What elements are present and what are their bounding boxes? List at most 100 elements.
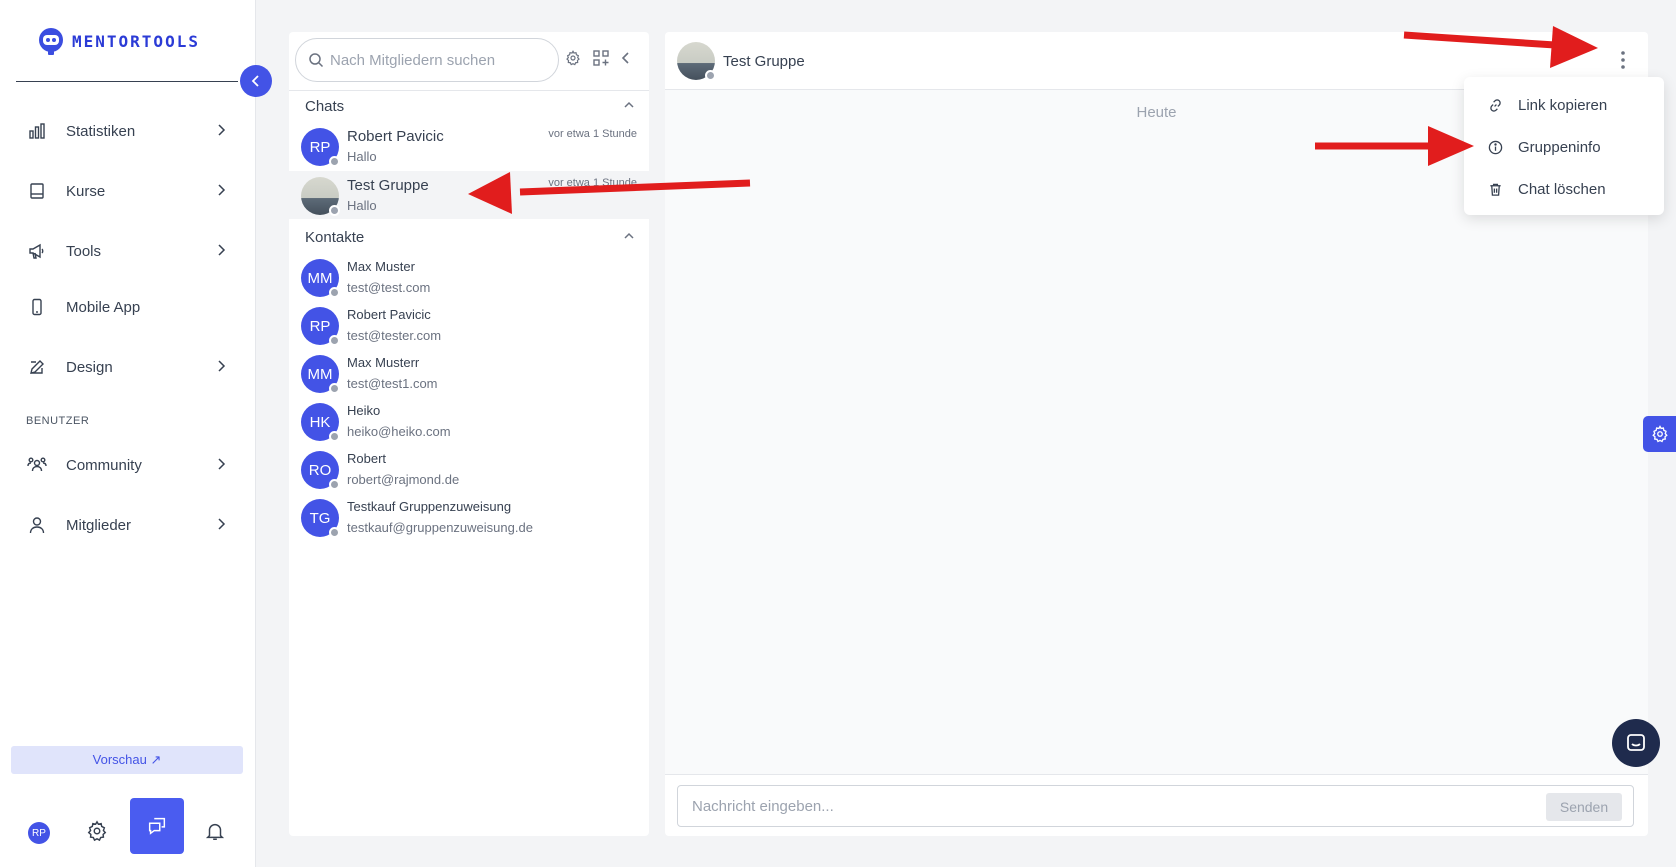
chat-options-menu: Link kopieren Gruppeninfo Chat löschen [1464, 77, 1664, 215]
chat-name: Robert Pavicic [347, 128, 444, 145]
link-icon [1488, 98, 1504, 113]
megaphone-icon [26, 240, 48, 262]
status-dot [329, 527, 340, 538]
message-icon [1627, 734, 1645, 751]
chat-row[interactable]: RP Robert Pavicic Hallo vor etwa 1 Stund… [289, 122, 649, 170]
chat-nav-button[interactable] [130, 798, 184, 854]
contact-email: heiko@heiko.com [347, 424, 451, 439]
chat-timestamp: vor etwa 1 Stunde [548, 177, 637, 189]
floating-settings-button[interactable] [1643, 416, 1676, 452]
avatar: RP [301, 307, 340, 346]
avatar-initials: MM [307, 365, 333, 383]
menu-item-gruppeninfo[interactable]: Gruppeninfo [1488, 135, 1601, 159]
user-icon [26, 514, 48, 536]
preview-button[interactable]: Vorschau ↗ [11, 746, 243, 774]
chats-header-label: Chats [305, 98, 345, 115]
message-composer: Nachricht eingeben... Senden [665, 774, 1648, 836]
sidebar-item-design[interactable]: Design [26, 347, 226, 387]
contacts-header-label: Kontakte [305, 229, 365, 246]
gear-icon[interactable] [86, 820, 108, 842]
search-placeholder: Nach Mitgliedern suchen [330, 51, 496, 69]
contact-row[interactable]: TG Testkauf Gruppenzuweisung testkauf@gr… [289, 493, 649, 541]
sidebar-item-kurse[interactable]: Kurse [26, 171, 226, 211]
avatar-initials: RP [309, 317, 331, 335]
chats-section-header[interactable]: Chats [305, 98, 635, 115]
sidebar-item-label: Statistiken [66, 122, 136, 140]
sidebar-item-tools[interactable]: Tools [26, 231, 226, 271]
sidebar-item-statistiken[interactable]: Statistiken [26, 111, 226, 151]
chevron-up-icon[interactable] [623, 231, 635, 241]
message-input[interactable]: Nachricht eingeben... [677, 785, 1634, 827]
chevron-right-icon [218, 360, 226, 372]
avatar-initials: RP [309, 138, 331, 156]
chevron-left-icon [251, 75, 259, 87]
chat-timestamp: vor etwa 1 Stunde [548, 128, 637, 140]
chevron-right-icon [218, 184, 226, 196]
status-dot [329, 383, 340, 394]
phone-icon [26, 296, 48, 318]
robot-logo-icon [39, 28, 63, 55]
message-placeholder: Nachricht eingeben... [692, 797, 834, 815]
search-icon [309, 53, 324, 68]
status-dot [329, 335, 340, 346]
status-dot [705, 70, 716, 81]
sidebar-item-label: Tools [66, 242, 102, 260]
chevron-left-icon[interactable] [621, 51, 631, 65]
chevron-right-icon [218, 458, 226, 470]
chat-preview: Hallo [347, 149, 377, 164]
sidebar-item-mobile-app[interactable]: Mobile App [26, 287, 226, 327]
contact-name: Max Muster [347, 259, 415, 274]
chevron-right-icon [218, 244, 226, 256]
group-avatar [301, 177, 340, 216]
sidebar-item-mitglieder[interactable]: Mitglieder [26, 505, 226, 545]
contact-row[interactable]: RO Robert robert@rajmond.de [289, 445, 649, 493]
avatar-initials: RO [308, 461, 332, 479]
status-dot [329, 156, 340, 167]
sidebar-item-label: Mobile App [66, 298, 141, 316]
send-button[interactable]: Senden [1546, 793, 1622, 821]
list-divider [289, 90, 649, 91]
brand-logo[interactable]: MENTORTOOLS [36, 26, 200, 56]
section-label-benutzer: BENUTZER [26, 415, 90, 427]
contact-row[interactable]: MM Max Musterr test@test1.com [289, 349, 649, 397]
more-options-icon[interactable] [1620, 50, 1626, 70]
member-search-input[interactable]: Nach Mitgliedern suchen [295, 38, 559, 82]
chat-list-panel: Nach Mitgliedern suchen Chats RP Robert … [289, 32, 649, 836]
avatar: RO [301, 451, 340, 490]
add-group-icon[interactable] [593, 50, 609, 66]
group-avatar[interactable] [677, 42, 716, 81]
users-icon [26, 454, 48, 476]
chevron-up-icon[interactable] [623, 100, 635, 110]
brand-name: MENTORTOOLS [72, 31, 200, 51]
contact-name: Robert Pavicic [347, 307, 431, 322]
avatar-initials: TG [309, 509, 331, 527]
user-avatar[interactable]: RP [28, 822, 50, 844]
sidebar-item-label: Design [66, 358, 113, 376]
status-dot [329, 287, 340, 298]
contact-row[interactable]: RP Robert Pavicic test@tester.com [289, 301, 649, 349]
chat-row-active[interactable]: Test Gruppe Hallo vor etwa 1 Stunde [289, 171, 649, 219]
contact-email: test@test.com [347, 280, 431, 295]
contact-row[interactable]: MM Max Muster test@test.com [289, 253, 649, 301]
collapse-sidebar-button[interactable] [240, 65, 272, 97]
status-dot [329, 479, 340, 490]
bell-icon[interactable] [204, 820, 226, 842]
avatar: RP [301, 128, 340, 167]
book-icon [26, 180, 48, 202]
bar-chart-icon [26, 120, 48, 142]
menu-item-label: Gruppeninfo [1518, 138, 1601, 156]
support-chat-button[interactable] [1612, 719, 1660, 767]
contact-email: robert@rajmond.de [347, 472, 460, 487]
menu-item-link-kopieren[interactable]: Link kopieren [1488, 93, 1607, 117]
contact-email: test@test1.com [347, 376, 438, 391]
avatar-initials: MM [307, 269, 333, 287]
contact-row[interactable]: HK Heiko heiko@heiko.com [289, 397, 649, 445]
contact-name: Heiko [347, 403, 381, 418]
contacts-section-header[interactable]: Kontakte [305, 229, 635, 246]
conversation-title: Test Gruppe [723, 53, 805, 70]
gear-icon[interactable] [565, 50, 581, 66]
menu-item-chat-loeschen[interactable]: Chat löschen [1488, 177, 1606, 201]
sidebar-item-community[interactable]: Community [26, 445, 226, 485]
list-toolbar [565, 50, 631, 66]
info-icon [1488, 140, 1504, 155]
